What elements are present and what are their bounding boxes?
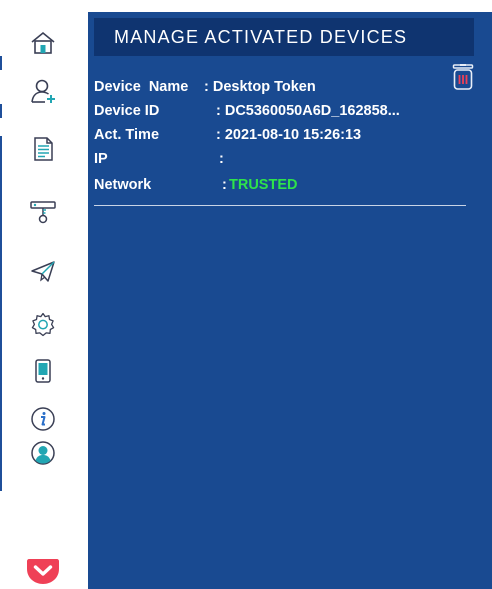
send-icon — [31, 261, 55, 282]
main-panel: MANAGE ACTIVATED DEVICES Device Name : D… — [88, 12, 492, 589]
device-id-value: : DC5360050A6D_162858... — [216, 103, 400, 119]
trash-icon — [452, 64, 474, 90]
network-row: Network : TRUSTED — [94, 174, 297, 196]
activation-time-value: : 2021-08-10 15:26:13 — [216, 127, 362, 143]
home-button[interactable] — [28, 28, 58, 58]
sidebar-edge-mark — [0, 104, 2, 118]
ip-value: : — [219, 151, 224, 167]
document-button[interactable] — [28, 134, 58, 164]
card-divider — [94, 205, 466, 206]
delete-device-button[interactable] — [452, 64, 474, 90]
network-label: Network — [94, 177, 152, 193]
device-name-row: Device Name : Desktop Token — [94, 76, 316, 98]
info-icon — [31, 407, 55, 431]
document-icon — [34, 137, 53, 161]
pocket-button[interactable] — [26, 556, 60, 586]
add-user-button[interactable] — [28, 76, 58, 106]
settings-button[interactable] — [28, 310, 58, 340]
network-status: TRUSTED — [229, 177, 298, 193]
ip-row: IP : — [94, 148, 224, 170]
page-title: MANAGE ACTIVATED DEVICES — [114, 26, 408, 47]
sidebar — [0, 0, 88, 589]
mobile-device-button[interactable] — [28, 356, 58, 386]
settings-icon — [31, 312, 55, 337]
token-key-button[interactable] — [28, 196, 58, 226]
sidebar-edge-mark — [0, 56, 2, 70]
mobile-device-icon — [35, 359, 51, 383]
activation-time-row: Act. Time : 2021-08-10 15:26:13 — [94, 124, 361, 146]
ip-label: IP — [94, 151, 108, 167]
home-icon — [31, 31, 55, 54]
send-button[interactable] — [28, 256, 58, 286]
user-profile-icon — [31, 441, 55, 465]
device-card: Device Name : Desktop Token Device ID : … — [94, 74, 466, 212]
activation-time-label: Act. Time — [94, 127, 160, 143]
device-name-label: Device Name — [94, 79, 189, 95]
network-colon: : — [222, 177, 227, 193]
pocket-icon — [27, 559, 59, 584]
add-user-icon — [31, 79, 55, 103]
user-profile-button[interactable] — [28, 438, 58, 468]
device-id-label: Device ID — [94, 103, 160, 119]
device-id-row: Device ID : DC5360050A6D_162858... — [94, 100, 400, 122]
key-icon — [30, 201, 56, 224]
device-name-value: : Desktop Token — [204, 79, 316, 95]
sidebar-edge-line — [0, 136, 2, 491]
info-button[interactable] — [28, 404, 58, 434]
header-bar: MANAGE ACTIVATED DEVICES — [94, 18, 474, 56]
